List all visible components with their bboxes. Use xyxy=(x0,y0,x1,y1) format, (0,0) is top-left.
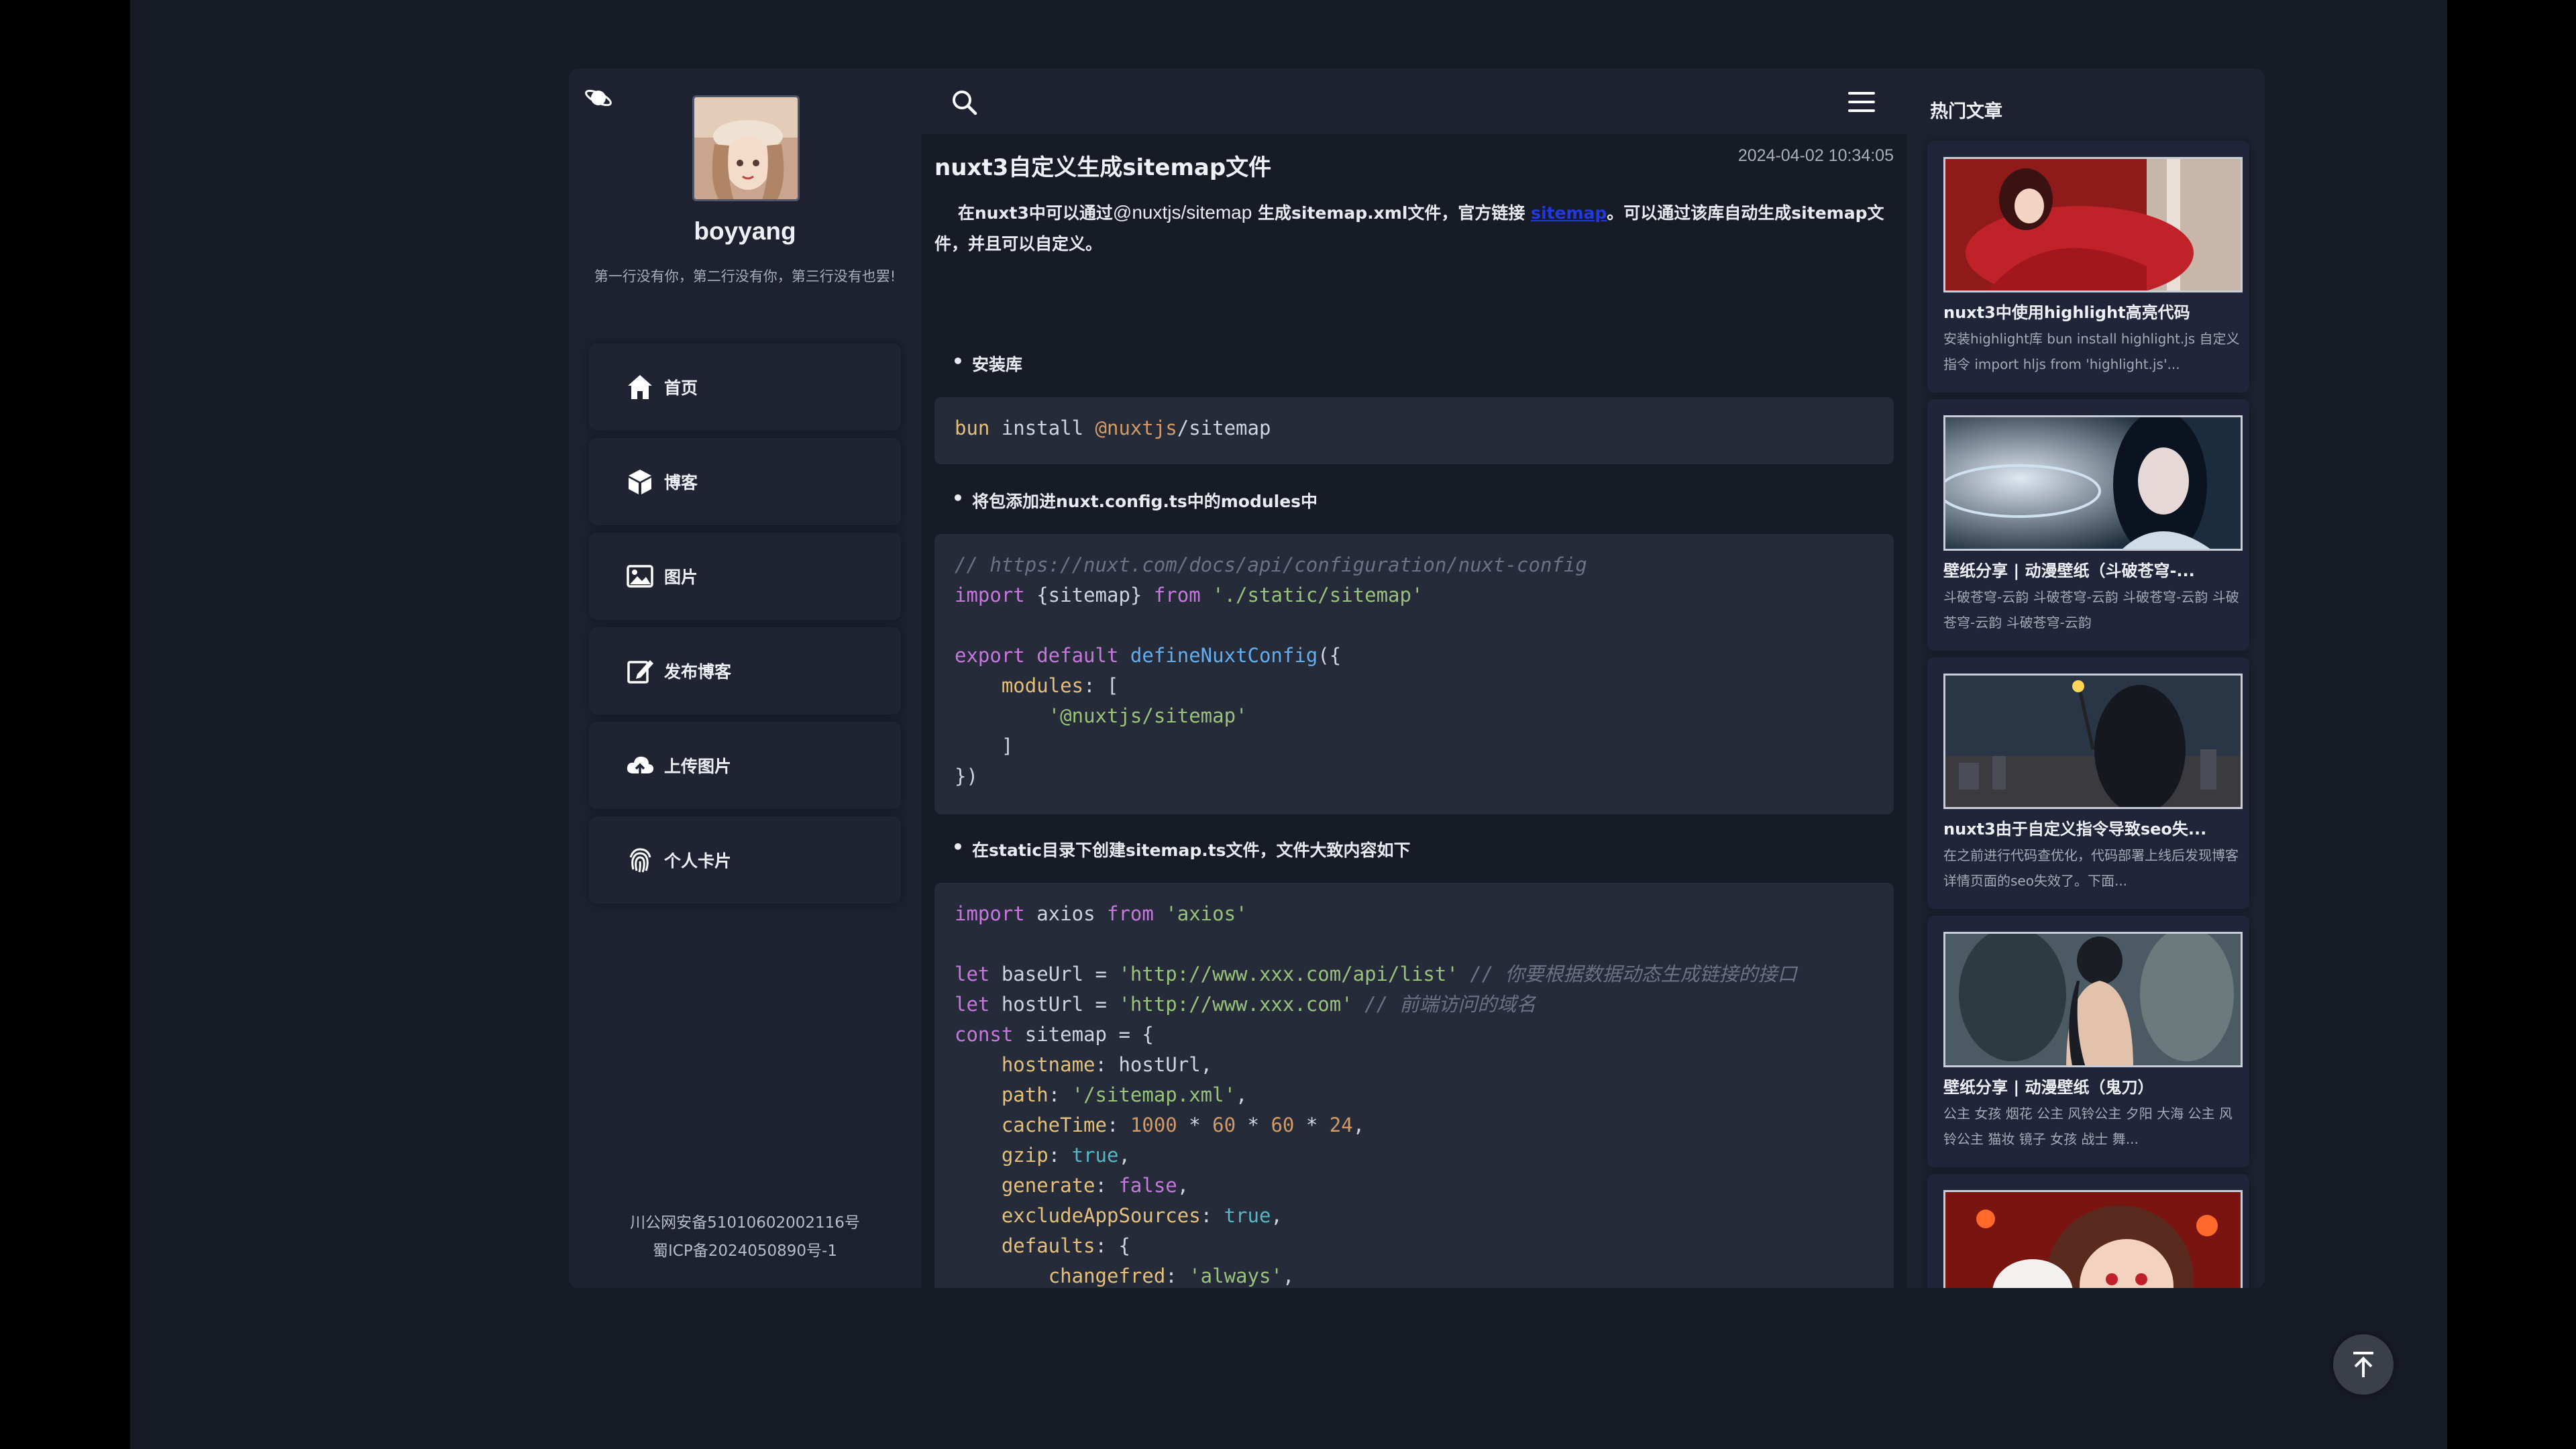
sidebar-item-profile-card[interactable]: 个人卡片 xyxy=(589,816,901,904)
article-thumbnail[interactable] xyxy=(1943,157,2243,292)
sidebar-item-upload-image[interactable]: 上传图片 xyxy=(589,722,901,809)
icp-footer: 川公网安备51010602002116号 蜀ICP备2024050890号-1 xyxy=(569,1209,921,1265)
sidebar-item-label: 发布博客 xyxy=(664,662,732,682)
sidebar-item-label: 个人卡片 xyxy=(664,851,732,871)
back-to-top-button[interactable] xyxy=(2333,1334,2394,1395)
user-bio: 第一行没有你，第二行没有你，第三行没有也罢! xyxy=(594,268,896,284)
hot-article-card[interactable]: 壁纸分享 | 动漫壁纸（鬼刀） 公主 女孩 烟花 公主 风铃公主 夕阳 大海 公… xyxy=(1927,916,2249,1167)
code-block-config: // https://nuxt.com/docs/api/configurati… xyxy=(934,534,1894,814)
list-item: 在static目录下创建sitemap.ts文件，文件大致内容如下 xyxy=(952,836,1411,861)
sidebar-item-label: 图片 xyxy=(664,568,698,587)
main-content: nuxt3自定义生成sitemap文件 2024-04-02 10:34:05 … xyxy=(921,68,1907,1288)
image-icon xyxy=(627,565,653,588)
post-date: 2024-04-02 10:34:05 xyxy=(1737,146,1894,165)
hot-articles-list: nuxt3中使用highlight高亮代码 安装highlight库 bun i… xyxy=(1927,141,2249,1288)
article-excerpt: 在之前进行代码查优化，代码部署上线后发现博客详情页面的seo失效了。下面... xyxy=(1943,847,2239,889)
home-icon xyxy=(628,375,652,399)
cloud-upload-icon xyxy=(627,756,654,776)
article-excerpt: 斗破苍穹-云韵 斗破苍穹-云韵 斗破苍穹-云韵 斗破苍穹-云韵 斗破苍穹-云韵 xyxy=(1943,589,2239,631)
post-title: nuxt3自定义生成sitemap文件 xyxy=(934,154,1272,181)
official-link[interactable]: sitemap xyxy=(1531,203,1607,223)
sidebar-item-blog[interactable]: 博客 xyxy=(589,438,901,525)
hot-articles-panel: 热门文章 nuxt3中使用highlight高亮代码 安装highlight库 … xyxy=(1914,68,2265,1288)
username: boyyang xyxy=(694,217,796,245)
fingerprint-icon xyxy=(629,848,651,873)
intro-text: 在nuxt3中可以通过 xyxy=(957,203,1113,223)
code-block-sitemap: import axios from 'axios' let baseUrl = … xyxy=(934,883,1894,1288)
hot-article-card[interactable]: nuxt3中使用highlight高亮代码 安装highlight库 bun i… xyxy=(1927,141,2249,392)
avatar[interactable] xyxy=(692,95,800,201)
article-thumbnail[interactable] xyxy=(1943,415,2243,551)
article: nuxt3自定义生成sitemap文件 2024-04-02 10:34:05 … xyxy=(934,68,1894,1288)
sidebar-item-images[interactable]: 图片 xyxy=(589,533,901,620)
hot-article-card[interactable] xyxy=(1927,1174,2249,1288)
police-record-link[interactable]: 川公网安备51010602002116号 xyxy=(569,1209,921,1237)
page-viewport: boyyang 第一行没有你，第二行没有你，第三行没有也罢! 首页 博客 图片 … xyxy=(130,0,2447,1449)
cube-icon xyxy=(629,470,651,494)
list-item: 安装库 xyxy=(952,350,1022,376)
article-thumbnail[interactable] xyxy=(1943,1190,2243,1288)
sidebar-item-publish-blog[interactable]: 发布博客 xyxy=(589,627,901,714)
code-block-install: bun install @nuxtjs/sitemap xyxy=(934,397,1894,464)
sidebar-nav: 首页 博客 图片 发布博客 上传图片 个人卡片 xyxy=(589,343,901,911)
article-title[interactable]: 壁纸分享 | 动漫壁纸（鬼刀） xyxy=(1943,1074,2243,1097)
icp-record-link[interactable]: 蜀ICP备2024050890号-1 xyxy=(569,1237,921,1265)
article-title[interactable]: nuxt3中使用highlight高亮代码 xyxy=(1943,299,2243,323)
sidebar-item-home[interactable]: 首页 xyxy=(589,343,901,431)
article-excerpt: 安装highlight库 bun install highlight.js 自定… xyxy=(1943,331,2240,372)
article-title[interactable]: 壁纸分享 | 动漫壁纸（斗破苍穹-... xyxy=(1943,557,2243,581)
planet-logo-icon[interactable] xyxy=(582,82,614,114)
blog-app: boyyang 第一行没有你，第二行没有你，第三行没有也罢! 首页 博客 图片 … xyxy=(569,68,2265,1288)
hot-article-card[interactable]: nuxt3由于自定义指令导致seo失... 在之前进行代码查优化，代码部署上线后… xyxy=(1927,657,2249,909)
intro-text: 生成sitemap.xml文件，官方链接 xyxy=(1252,203,1532,223)
hot-article-card[interactable]: 壁纸分享 | 动漫壁纸（斗破苍穹-... 斗破苍穹-云韵 斗破苍穹-云韵 斗破苍… xyxy=(1927,399,2249,651)
sidebar: boyyang 第一行没有你，第二行没有你，第三行没有也罢! 首页 博客 图片 … xyxy=(569,68,921,1288)
list-item: 将包添加进nuxt.config.ts中的modules中 xyxy=(952,487,1318,513)
article-thumbnail[interactable] xyxy=(1943,932,2243,1067)
hot-articles-title: 热门文章 xyxy=(1930,101,2002,122)
article-title[interactable]: nuxt3由于自定义指令导致seo失... xyxy=(1943,816,2243,839)
intro-package-name: @nuxtjs/sitemap xyxy=(1112,202,1252,223)
article-thumbnail[interactable] xyxy=(1943,674,2243,809)
post-intro: 在nuxt3中可以通过@nuxtjs/sitemap 生成sitemap.xml… xyxy=(934,197,1894,260)
sidebar-item-label: 上传图片 xyxy=(664,757,732,776)
sidebar-item-label: 首页 xyxy=(664,378,698,398)
article-excerpt: 公主 女孩 烟花 公主 风铃公主 夕阳 大海 公主 风铃公主 猫妆 镜子 女孩 … xyxy=(1943,1106,2233,1147)
sidebar-item-label: 博客 xyxy=(664,473,698,492)
edit-icon xyxy=(627,660,653,684)
